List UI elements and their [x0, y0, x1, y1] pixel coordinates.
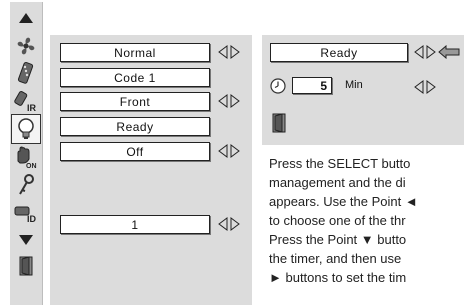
lamp-icon[interactable]: [11, 114, 41, 144]
menu-field-normal[interactable]: Normal: [60, 43, 210, 62]
remote-id-icon[interactable]: ID: [12, 199, 40, 227]
instruction-line: to choose one of the thr: [269, 213, 406, 228]
instruction-line: Press the SELECT butto: [269, 156, 411, 171]
menu-field-code[interactable]: Code 1: [60, 68, 210, 87]
fan-icon[interactable]: [12, 32, 40, 60]
left-right-arrows-icon[interactable]: [218, 94, 240, 108]
menu-icon-column: IR ON ID: [10, 2, 43, 305]
instruction-line: ► buttons to set the tim: [269, 270, 407, 285]
instruction-line: management and the di: [269, 175, 406, 190]
remote-icon[interactable]: [12, 59, 40, 87]
left-right-arrows-icon[interactable]: [218, 217, 240, 231]
clock-icon: [270, 78, 286, 94]
back-arrow-icon[interactable]: [438, 45, 460, 59]
power-management-panel: Ready 5 Min: [262, 35, 464, 145]
menu-field-projector-id[interactable]: 1: [60, 215, 210, 234]
svg-text:IR: IR: [27, 103, 37, 113]
instruction-text: Press the SELECT butto management and th…: [269, 154, 464, 287]
up-arrow-icon[interactable]: [12, 4, 40, 32]
menu-field-off[interactable]: Off: [60, 142, 210, 161]
exit-door-icon[interactable]: [12, 252, 40, 280]
timer-minutes-field[interactable]: 5: [292, 77, 332, 94]
menu-field-front[interactable]: Front: [60, 92, 210, 111]
instruction-line: Press the Point ▼ butto: [269, 232, 407, 247]
settings-menu-panel: Normal Code 1 Front Ready Off 1: [50, 35, 252, 305]
menu-field-power-management[interactable]: Ready: [60, 117, 210, 136]
hand-on-icon[interactable]: ON: [12, 143, 40, 171]
left-right-arrows-icon[interactable]: [218, 144, 240, 158]
left-right-arrows-icon[interactable]: [414, 80, 436, 94]
left-right-arrows-icon[interactable]: [414, 45, 436, 59]
svg-text:ID: ID: [27, 214, 37, 223]
exit-door-icon[interactable]: [272, 113, 286, 133]
remote-ir-icon[interactable]: IR: [12, 87, 40, 115]
instruction-line: appears. Use the Point ◄: [269, 194, 418, 209]
power-mode-field[interactable]: Ready: [270, 43, 408, 62]
timer-unit-label: Min: [345, 79, 363, 91]
down-arrow-icon[interactable]: [12, 226, 40, 254]
left-right-arrows-icon[interactable]: [218, 45, 240, 59]
instruction-line: the timer, and then use: [269, 251, 402, 266]
svg-text:ON: ON: [26, 163, 37, 169]
key-icon[interactable]: [12, 171, 40, 199]
